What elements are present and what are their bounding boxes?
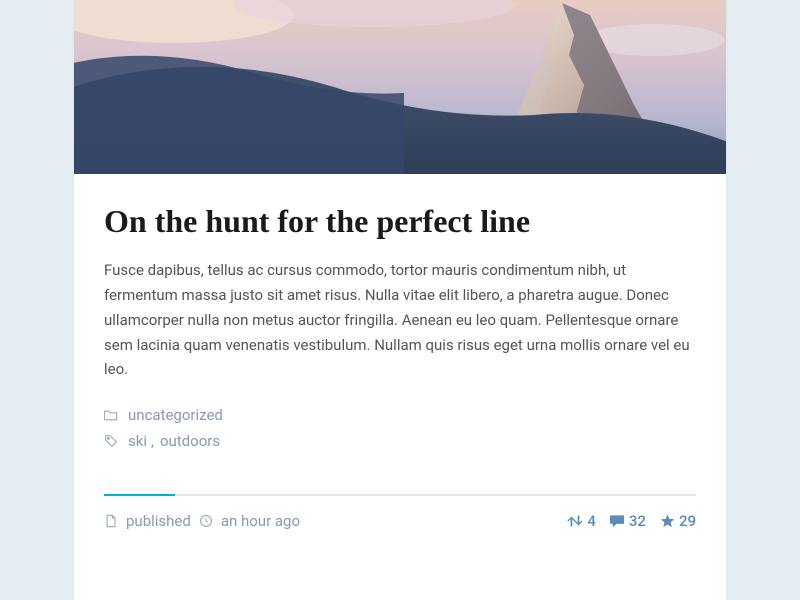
post-body: Fusce dapibus, tellus ac cursus commodo,… [104,258,696,382]
status-text: published [126,512,191,530]
tag-link-outdoors[interactable]: outdoors [160,432,220,450]
category-link[interactable]: uncategorized [128,406,223,424]
shares-count: 4 [587,512,596,530]
star-icon [660,514,675,528]
comments-stat[interactable]: 32 [610,512,646,530]
hero-image [74,0,726,174]
footer-stats: 4 32 29 [567,512,696,530]
tag-link-ski[interactable]: ski [128,432,147,450]
progress-bar [104,494,175,496]
tag-icon [104,434,118,448]
folder-icon [104,408,118,422]
status-segment: published [104,512,191,530]
likes-count: 29 [679,512,696,530]
tags-row: ski, outdoors [104,432,696,450]
clock-icon [199,514,213,528]
post-card: On the hunt for the perfect line Fusce d… [74,0,726,600]
likes-stat[interactable]: 29 [660,512,696,530]
comment-icon [610,514,625,528]
footer-left: published an hour ago [104,512,300,530]
post-content: On the hunt for the perfect line Fusce d… [74,174,726,476]
document-icon [104,514,118,528]
progress-track [104,494,696,496]
time-segment: an hour ago [199,512,300,530]
post-footer: published an hour ago [74,496,726,550]
post-title: On the hunt for the perfect line [104,202,696,240]
comments-count: 32 [629,512,646,530]
time-text: an hour ago [221,512,300,530]
category-row: uncategorized [104,406,696,424]
shares-stat[interactable]: 4 [567,512,596,530]
shares-icon [567,514,583,528]
